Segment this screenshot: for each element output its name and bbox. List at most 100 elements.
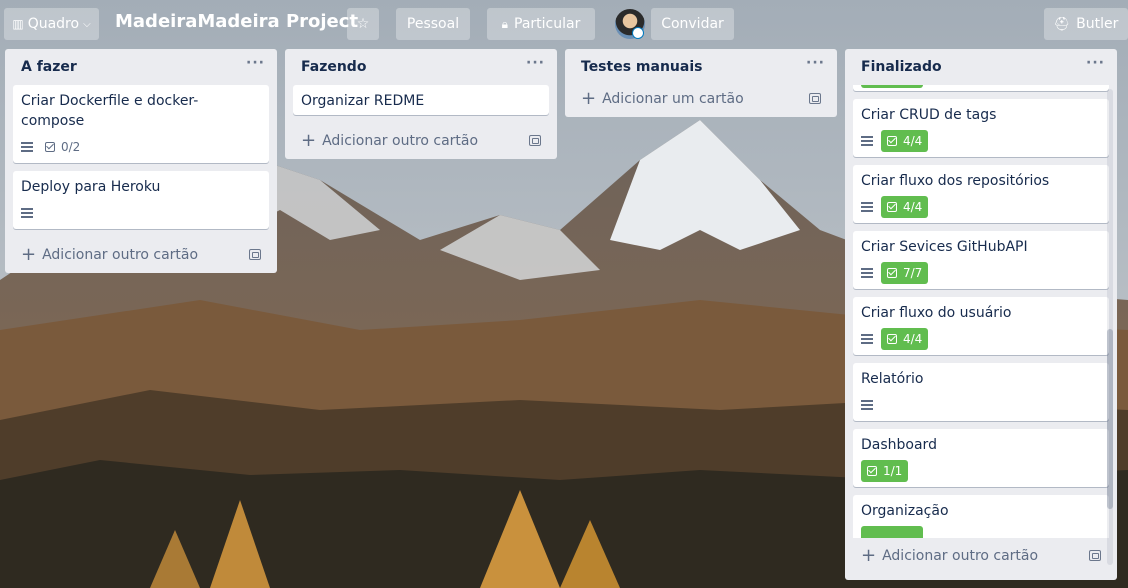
checklist-count: 4/4: [903, 134, 923, 148]
card-badges: [861, 525, 1101, 538]
card[interactable]: Criar fluxo dos repositórios 4/4: [853, 165, 1109, 223]
board-title[interactable]: MadeiraMadeira Project: [115, 11, 358, 32]
checklist-icon: [887, 334, 897, 344]
checklist-count: 4/4: [903, 332, 923, 346]
list-menu-icon[interactable]: ···: [1086, 55, 1105, 71]
card-badges: [861, 393, 1101, 417]
butler-button[interactable]: ⛑ Butler: [1044, 8, 1128, 40]
card-template-icon[interactable]: [1089, 550, 1101, 561]
list-title[interactable]: A fazer: [21, 59, 77, 75]
card[interactable]: Organizar REDME: [293, 85, 549, 115]
privacy-button[interactable]: 🔒︎ Particular: [487, 8, 595, 40]
list-header[interactable]: Testes manuais ···: [565, 49, 837, 85]
butler-icon: ⛑: [1053, 16, 1071, 32]
card-badges: 7/7: [861, 261, 1101, 285]
add-card-label: Adicionar outro cartão: [42, 247, 199, 263]
list-title[interactable]: Fazendo: [301, 59, 366, 75]
list-a-fazer: A fazer ··· Criar Dockerfile e docker-co…: [5, 49, 277, 273]
card-title: Deploy para Heroku: [21, 179, 161, 195]
checklist-badge: 4/4: [881, 196, 929, 218]
description-icon: [861, 202, 873, 212]
card[interactable]: Criar Dockerfile e docker-compose 0/2: [13, 85, 269, 163]
plus-icon: +: [581, 88, 597, 109]
lock-icon: 🔒︎: [501, 16, 509, 31]
checklist-badge: 7/7: [881, 262, 929, 284]
plus-icon: +: [861, 545, 877, 566]
card-badges: [861, 85, 1101, 89]
checklist-badge: [861, 526, 923, 538]
list-header[interactable]: A fazer ···: [5, 49, 277, 85]
admin-badge-icon: [632, 27, 644, 39]
plus-icon: +: [301, 130, 317, 151]
card-badges: [21, 201, 261, 225]
card-title: Dashboard: [861, 437, 937, 453]
list-title[interactable]: Testes manuais: [581, 59, 702, 75]
card[interactable]: Criar fluxo do usuário 4/4: [853, 297, 1109, 355]
description-icon: [21, 142, 33, 152]
card[interactable]: Criar Sevices GitHubAPI 7/7: [853, 231, 1109, 289]
checklist-count: 1/1: [883, 464, 903, 478]
card-template-icon[interactable]: [809, 93, 821, 104]
list-finalizado: Finalizado ··· Criar CRUD de tags 4/4 Cr…: [845, 49, 1117, 580]
checklist-count: 4/4: [903, 200, 923, 214]
list-fazendo: Fazendo ··· Organizar REDME + Adicionar …: [285, 49, 557, 159]
checklist-icon: [887, 136, 897, 146]
add-card-button[interactable]: + Adicionar outro cartão: [285, 123, 557, 159]
list-testes-manuais: Testes manuais ··· + Adicionar um cartão: [565, 49, 837, 117]
checklist-count: 0/2: [61, 140, 81, 154]
card-title: Criar fluxo do usuário: [861, 305, 1012, 321]
list-header[interactable]: Fazendo ···: [285, 49, 557, 85]
card[interactable]: Organização: [853, 495, 1109, 538]
card[interactable]: Relatório: [853, 363, 1109, 421]
invite-label: Convidar: [661, 16, 724, 32]
checklist-icon: [887, 202, 897, 212]
team-visibility-button[interactable]: Pessoal: [396, 8, 470, 40]
checklist-badge: 0/2: [41, 136, 84, 158]
add-card-button[interactable]: + Adicionar outro cartão: [845, 538, 1117, 574]
card-badges: 0/2: [21, 135, 261, 159]
card[interactable]: Deploy para Heroku: [13, 171, 269, 229]
add-card-label: Adicionar outro cartão: [322, 133, 479, 149]
checklist-badge: [861, 85, 923, 88]
plus-icon: +: [21, 244, 37, 265]
card[interactable]: [853, 85, 1109, 91]
card-title: Criar CRUD de tags: [861, 107, 997, 123]
list-menu-icon[interactable]: ···: [806, 55, 825, 71]
invite-button[interactable]: Convidar: [651, 8, 734, 40]
add-card-button[interactable]: + Adicionar um cartão: [565, 81, 837, 117]
list-scrollbar[interactable]: [1107, 89, 1113, 565]
card-title: Relatório: [861, 371, 924, 387]
privacy-label: Particular: [514, 16, 581, 32]
list-header[interactable]: Finalizado ···: [845, 49, 1117, 85]
card[interactable]: Dashboard 1/1: [853, 429, 1109, 487]
card-template-icon[interactable]: [249, 249, 261, 260]
description-icon: [861, 136, 873, 146]
card-badges: 4/4: [861, 129, 1101, 153]
card-title: Organizar REDME: [301, 93, 425, 109]
board-menu-button[interactable]: ▥ Quadro ⌵: [4, 8, 99, 40]
list-menu-icon[interactable]: ···: [246, 55, 265, 71]
add-card-button[interactable]: + Adicionar outro cartão: [5, 237, 277, 273]
butler-label: Butler: [1076, 16, 1119, 32]
board-header: ▥ Quadro ⌵ MadeiraMadeira Project ☆ Pess…: [0, 0, 1128, 48]
star-button[interactable]: ☆: [347, 8, 379, 40]
add-card-label: Adicionar um cartão: [602, 91, 744, 107]
description-icon: [861, 400, 873, 410]
list-menu-icon[interactable]: ···: [526, 55, 545, 71]
board-menu-label: Quadro: [27, 16, 80, 32]
card-title: Organização: [861, 503, 949, 519]
star-icon: ☆: [356, 16, 370, 32]
card-list-scroll[interactable]: Criar CRUD de tags 4/4 Criar fluxo dos r…: [845, 85, 1117, 538]
card-title: Criar fluxo dos repositórios: [861, 173, 1050, 189]
card[interactable]: Criar CRUD de tags 4/4: [853, 99, 1109, 157]
description-icon: [21, 208, 33, 218]
card-title: Criar Dockerfile e docker-compose: [21, 93, 199, 129]
card-template-icon[interactable]: [529, 135, 541, 146]
checklist-badge: 4/4: [881, 130, 929, 152]
card-title: Criar Sevices GitHubAPI: [861, 239, 1028, 255]
list-scrollbar-thumb[interactable]: [1107, 329, 1113, 509]
checklist-badge: 1/1: [861, 460, 909, 482]
card-badges: 1/1: [861, 459, 1101, 483]
list-title[interactable]: Finalizado: [861, 59, 942, 75]
checklist-badge: 4/4: [881, 328, 929, 350]
